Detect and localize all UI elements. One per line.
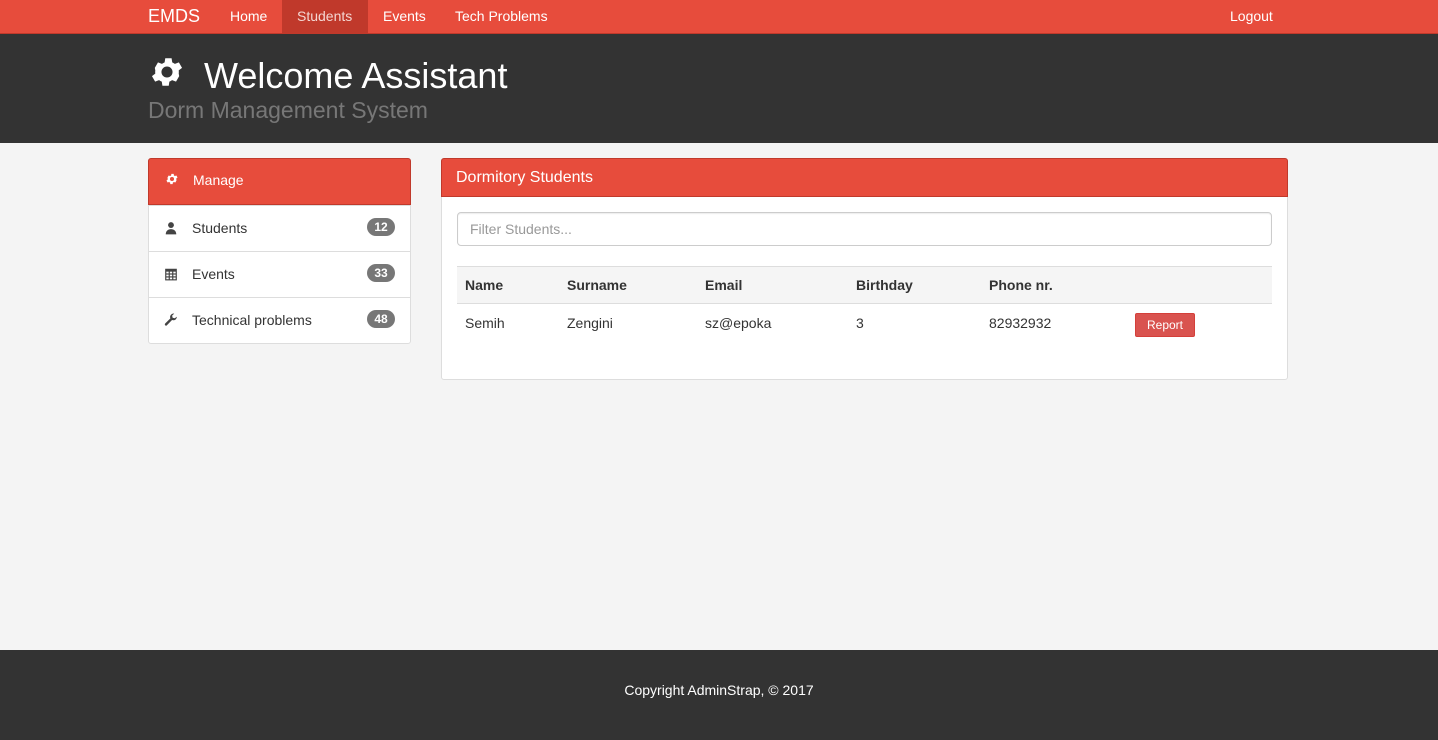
sidebar-item-students[interactable]: Students 12 <box>149 205 410 251</box>
gear-icon <box>166 173 178 185</box>
cell-name: Semih <box>465 315 505 331</box>
nav-home[interactable]: Home <box>215 0 282 33</box>
sidebar-item-events[interactable]: Events 33 <box>149 251 410 297</box>
brand-link[interactable]: EMDS <box>148 0 200 33</box>
sidebar: Manage Students 12 Events 33 Technical p… <box>148 158 411 344</box>
cell-phone: 82932932 <box>989 315 1052 331</box>
page-title: Welcome Assistant <box>204 55 508 96</box>
filter-students-input[interactable] <box>457 212 1272 246</box>
wrench-icon <box>164 313 177 326</box>
nav-students[interactable]: Students <box>282 0 368 33</box>
calendar-icon <box>165 268 177 281</box>
gear-icon <box>151 58 183 86</box>
sidebar-item-manage[interactable]: Manage <box>148 158 411 205</box>
user-icon <box>165 222 177 235</box>
sidebar-item-label: Events <box>192 266 235 282</box>
column-header-birthday[interactable]: Birthday <box>856 267 913 303</box>
students-table: Name Surname Email Birthday Phone nr. Se… <box>457 266 1272 342</box>
sidebar-item-label: Technical problems <box>192 312 312 328</box>
sidebar-item-label: Students <box>192 220 248 236</box>
panel-title: Dormitory Students <box>456 169 593 186</box>
nav-tech-problems[interactable]: Tech Problems <box>440 0 563 33</box>
count-badge: 33 <box>367 264 395 282</box>
report-button[interactable]: Report <box>1135 313 1195 337</box>
column-header-email[interactable]: Email <box>705 267 742 303</box>
column-header-name[interactable]: Name <box>465 267 503 303</box>
table-header: Name Surname Email Birthday Phone nr. <box>457 266 1272 304</box>
footer: Copyright AdminStrap, © 2017 <box>0 650 1438 740</box>
sidebar-item-technical-problems[interactable]: Technical problems 48 <box>149 297 410 343</box>
students-panel: Dormitory Students Name Surname Email Bi… <box>441 158 1288 380</box>
top-navbar: EMDS Home Students Events Tech Problems … <box>0 0 1438 34</box>
panel-heading: Dormitory Students <box>441 158 1288 197</box>
cell-email: sz@epoka <box>705 315 772 331</box>
count-badge: 48 <box>367 310 395 328</box>
cell-surname: Zengini <box>567 315 613 331</box>
page-header: Welcome Assistant Dorm Management System <box>0 34 1438 143</box>
count-badge: 12 <box>367 218 395 236</box>
nav-logout[interactable]: Logout <box>1215 0 1288 33</box>
nav-events[interactable]: Events <box>368 0 441 33</box>
table-row: Semih Zengini sz@epoka 3 82932932 Report <box>457 304 1272 342</box>
sidebar-item-label: Manage <box>193 172 244 188</box>
footer-copyright: Copyright AdminStrap, © 2017 <box>624 682 814 698</box>
column-header-surname[interactable]: Surname <box>567 267 627 303</box>
cell-birthday: 3 <box>856 315 864 331</box>
column-header-phone[interactable]: Phone nr. <box>989 267 1053 303</box>
page-subtitle: Dorm Management System <box>148 97 428 123</box>
